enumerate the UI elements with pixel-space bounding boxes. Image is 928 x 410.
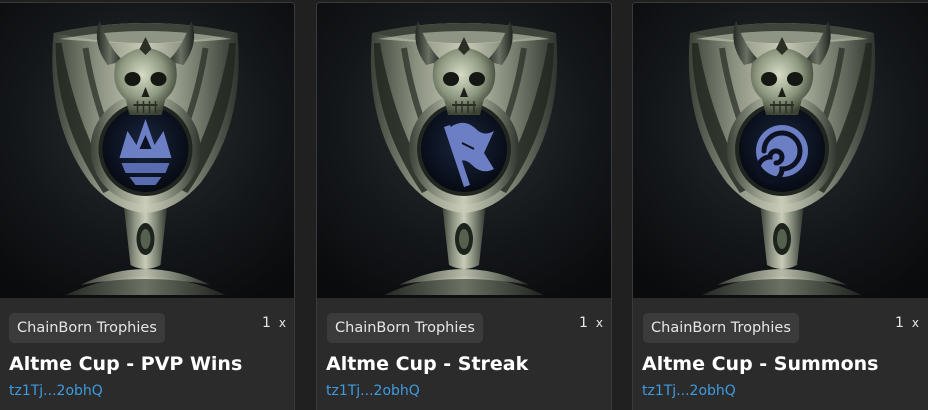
quantity-value: 1: [894, 315, 904, 331]
quantity-suffix: x: [278, 316, 286, 330]
trophy-image[interactable]: [0, 3, 294, 298]
collection-tag[interactable]: ChainBorn Trophies: [9, 313, 165, 343]
trophy-card[interactable]: ChainBorn Trophies 1x Altme Cup - PVP Wi…: [0, 2, 295, 410]
trophy-card[interactable]: ChainBorn Trophies 1x Altme Cup - Streak…: [316, 2, 612, 410]
owner-address-link[interactable]: tz1Tj...2obhQ: [9, 383, 103, 399]
quantity-label: 1x: [262, 315, 286, 331]
trophy-image[interactable]: [317, 3, 611, 298]
trophy-title[interactable]: Altme Cup - PVP Wins: [9, 353, 242, 375]
quantity-value: 1: [261, 315, 271, 331]
collection-tag[interactable]: ChainBorn Trophies: [643, 313, 799, 343]
trophy-title[interactable]: Altme Cup - Streak: [326, 353, 528, 375]
quantity-suffix: x: [595, 316, 603, 330]
trophy-title[interactable]: Altme Cup - Summons: [642, 353, 878, 375]
quantity-value: 1: [578, 315, 588, 331]
trophy-grid: ChainBorn Trophies 1x Altme Cup - PVP Wi…: [0, 0, 928, 410]
collection-tag[interactable]: ChainBorn Trophies: [327, 313, 483, 343]
trophy-card[interactable]: ChainBorn Trophies 1x Altme Cup - Summon…: [632, 2, 928, 410]
quantity-label: 1x: [579, 315, 603, 331]
trophy-image[interactable]: [633, 3, 928, 298]
quantity-label: 1x: [895, 315, 919, 331]
owner-address-link[interactable]: tz1Tj...2obhQ: [642, 383, 736, 399]
owner-address-link[interactable]: tz1Tj...2obhQ: [326, 383, 420, 399]
quantity-suffix: x: [911, 316, 919, 330]
